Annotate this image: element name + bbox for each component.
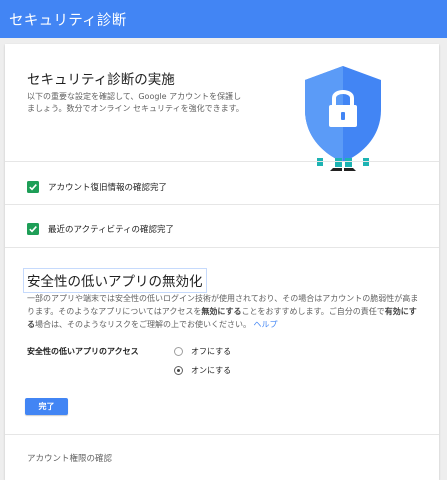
shield-lock-person-icon: [305, 66, 381, 171]
divider: [5, 161, 439, 162]
check-row-activity[interactable]: 最近のアクティビティの確認完了: [27, 222, 174, 236]
hero-description: 以下の重要な設定を確認して、Google アカウントを保護しましょう。数分でオン…: [27, 92, 244, 113]
divider: [5, 434, 439, 435]
radio-button[interactable]: [174, 347, 183, 356]
description-bold-disable: 無効にする: [201, 307, 242, 316]
description-text: ことをおすすめします。ご自分の責任で: [241, 307, 385, 316]
next-step-account-permissions[interactable]: アカウント権限の確認: [27, 452, 112, 464]
radio-option-on[interactable]: オンにする: [174, 365, 231, 376]
radio-button-selected[interactable]: [174, 366, 183, 375]
checkmark-icon: [27, 223, 39, 235]
check-label: 最近のアクティビティの確認完了: [48, 225, 175, 235]
radio-label: オンにする: [191, 366, 232, 375]
done-button[interactable]: 完了: [25, 398, 68, 415]
divider: [5, 247, 439, 248]
section-description: 一部のアプリや端末では安全性の低いログイン技術が使用されており、その場合はアカウ…: [27, 292, 423, 331]
help-link[interactable]: ヘルプ: [254, 320, 278, 329]
hero-title: セキュリティ診断の実施: [27, 72, 175, 88]
access-setting-label: 安全性の低いアプリのアクセス: [27, 347, 139, 356]
checkmark-icon: [27, 181, 39, 193]
check-label: アカウント復旧情報の確認完了: [48, 183, 168, 193]
description-text: 場合は、そのようなリスクをご理解の上でお使いください。: [35, 320, 251, 329]
app-bar-title: セキュリティ診断: [9, 13, 127, 29]
section-title: 安全性の低いアプリの無効化: [23, 268, 207, 293]
divider: [5, 204, 439, 205]
app-bar: セキュリティ診断: [0, 0, 447, 38]
check-row-recovery[interactable]: アカウント復旧情報の確認完了: [27, 180, 167, 194]
radio-option-off[interactable]: オフにする: [174, 346, 231, 357]
radio-label: オフにする: [191, 347, 232, 356]
security-checkup-card: セキュリティ診断の実施 以下の重要な設定を確認して、Google アカウントを保…: [5, 44, 439, 480]
